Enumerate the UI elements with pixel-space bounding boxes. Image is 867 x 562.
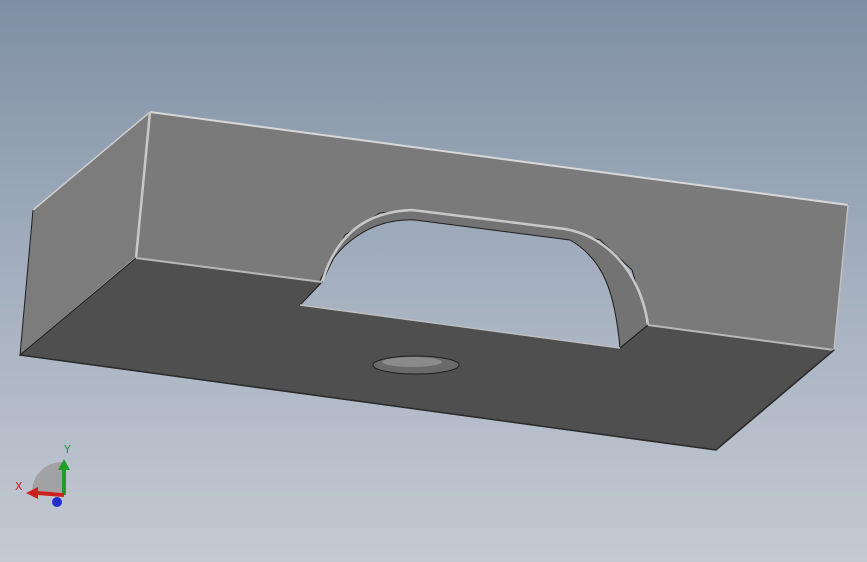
reference-triad: Y X	[15, 443, 71, 507]
x-axis-label: X	[15, 480, 23, 493]
triad-plane-icon	[32, 462, 62, 492]
z-axis-dot-icon	[52, 497, 62, 507]
y-axis-label: Y	[63, 443, 71, 456]
bottom-hole-inner	[382, 357, 442, 367]
x-axis-arrow-icon	[36, 491, 65, 497]
x-axis-arrowhead-icon	[26, 487, 38, 499]
sheet-metal-tray-model[interactable]	[0, 0, 867, 562]
graphics-viewport[interactable]: Y X	[0, 0, 867, 562]
